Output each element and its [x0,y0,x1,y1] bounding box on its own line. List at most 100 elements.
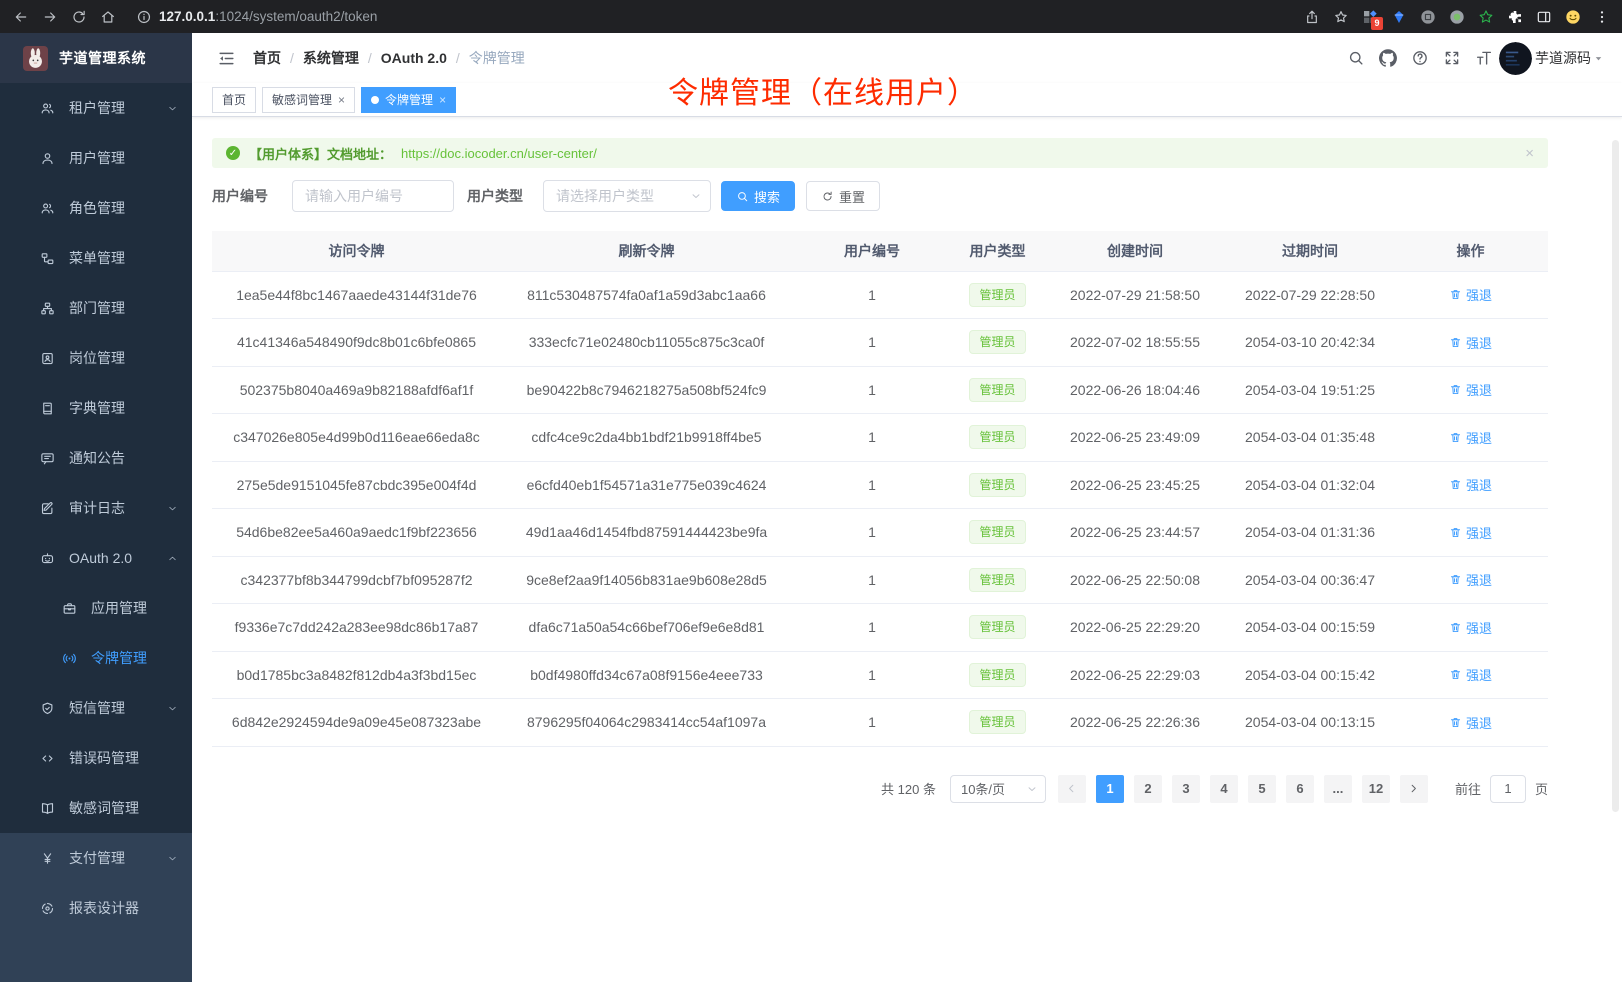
user-id-cell: 1 [792,271,952,319]
page-button-4[interactable]: 4 [1210,775,1238,803]
extensions-grid-icon[interactable]: 9 [1362,9,1378,25]
app-logo[interactable]: 芋道管理系统 [0,33,192,83]
force-logout-button[interactable]: 强退 [1449,618,1492,637]
page-button-12[interactable]: 12 [1362,775,1390,803]
page-button-5[interactable]: 5 [1248,775,1276,803]
force-logout-button[interactable]: 强退 [1449,570,1492,589]
table-row-0: 1ea5e44f8bc1467aaede43144f31de76811c5304… [212,271,1548,319]
force-logout-button[interactable]: 强退 [1449,380,1492,399]
collapse-sidebar-icon[interactable] [217,49,236,68]
force-logout-button[interactable]: 强退 [1449,523,1492,542]
sidebar-menu: 租户管理用户管理角色管理菜单管理部门管理岗位管理字典管理通知公告审计日志OAut… [0,83,192,833]
share-icon[interactable] [1304,9,1320,25]
force-logout-button[interactable]: 强退 [1449,665,1492,684]
close-icon[interactable]: × [338,94,345,106]
force-logout-button[interactable]: 强退 [1449,713,1492,732]
username[interactable]: 芋道源码 [1535,48,1591,68]
user-id-input[interactable] [292,180,454,212]
tab-2[interactable]: 令牌管理× [361,87,456,113]
close-icon[interactable]: × [1525,146,1534,161]
scrollbar[interactable] [1612,140,1619,812]
record-icon[interactable] [1449,9,1465,25]
sidebar-item-5[interactable]: 岗位管理 [0,333,192,383]
page-button-3[interactable]: 3 [1172,775,1200,803]
sidebar-item-2[interactable]: 角色管理 [0,183,192,233]
bookmark-star-icon[interactable] [1333,9,1349,25]
user-type-select[interactable] [543,180,711,212]
expire-time-cell: 2054-03-04 00:36:47 [1227,556,1393,604]
user-id-label: 用户编号 [212,186,268,206]
user-id-cell: 1 [792,319,952,367]
app-title: 芋道管理系统 [59,48,146,68]
github-icon[interactable] [1379,49,1397,67]
sidebar-item-13[interactable]: 错误码管理 [0,733,192,783]
breadcrumb-item-0[interactable]: 首页 [253,48,281,68]
expire-time-cell: 2054-03-04 00:15:42 [1227,651,1393,699]
sidebar-item-16[interactable]: 报表设计器 [0,883,192,933]
close-icon[interactable]: × [439,94,446,106]
tab-1[interactable]: 敏感词管理× [262,87,355,113]
trash-icon [1449,573,1462,586]
caret-down-icon[interactable] [1593,53,1604,64]
sidebar-item-0[interactable]: 租户管理 [0,83,192,133]
tab-0[interactable]: 首页 [212,87,256,113]
sidebar-item-10[interactable]: 应用管理 [0,583,192,633]
user-type-cell: 管理员 [952,271,1043,319]
back-icon[interactable] [13,9,29,25]
search-button[interactable]: 搜索 [721,181,795,211]
user-type-badge: 管理员 [969,425,1025,449]
forward-icon[interactable] [42,9,58,25]
force-logout-button[interactable]: 强退 [1449,428,1492,447]
breadcrumb-item-1[interactable]: 系统管理 [303,48,359,68]
goto-page-input[interactable] [1490,775,1526,803]
puzzle-icon[interactable] [1507,9,1523,25]
refresh-token-cell: b0df4980ffd34c67a08f9156e4eee733 [501,651,792,699]
sidebar-item-12[interactable]: 短信管理 [0,683,192,733]
sidebar-item-14[interactable]: 敏感词管理 [0,783,192,833]
sidebar-item-8[interactable]: 审计日志 [0,483,192,533]
search-icon[interactable] [1347,49,1365,67]
page-button-6[interactable]: 6 [1286,775,1314,803]
reload-icon[interactable] [71,9,87,25]
expire-time-cell: 2054-03-04 01:31:36 [1227,509,1393,557]
sidebar-item-11[interactable]: 令牌管理 [0,633,192,683]
sidebar-item-15[interactable]: 支付管理 [0,833,192,883]
dots-menu-icon[interactable] [1594,9,1610,25]
breadcrumb-item-2[interactable]: OAuth 2.0 [381,50,447,66]
next-page-button[interactable] [1400,775,1428,803]
action-cell: 强退 [1393,271,1548,319]
doc-link[interactable]: https://doc.iocoder.cn/user-center/ [401,146,597,161]
sidebar-item-6[interactable]: 字典管理 [0,383,192,433]
page-size-select[interactable]: 10条/页 [950,775,1046,803]
fullscreen-icon[interactable] [1443,49,1461,67]
user-type-select-input[interactable] [543,180,711,212]
user-avatar[interactable] [1499,42,1532,75]
sidebar-item-3[interactable]: 菜单管理 [0,233,192,283]
force-logout-button[interactable]: 强退 [1449,475,1492,494]
sidebar-item-4[interactable]: 部门管理 [0,283,192,333]
browser-address-bar[interactable]: 127.0.0.1:1024/system/oauth2/token [136,9,377,25]
force-logout-button[interactable]: 强退 [1449,333,1492,352]
font-size-icon[interactable] [1475,49,1493,67]
home-icon[interactable] [100,9,116,25]
sidebar-item-9[interactable]: OAuth 2.0 [0,533,192,583]
emoji-icon[interactable] [1565,9,1581,25]
green-star-icon[interactable] [1478,9,1494,25]
force-logout-button[interactable]: 强退 [1449,285,1492,304]
sidebar-item-label: 错误码管理 [69,748,139,768]
side-panel-icon[interactable] [1536,9,1552,25]
page-button-1[interactable]: 1 [1096,775,1124,803]
page-button-2[interactable]: 2 [1134,775,1162,803]
sidebar-item-1[interactable]: 用户管理 [0,133,192,183]
user-id-cell: 1 [792,414,952,462]
sidebar-item-label: 通知公告 [69,448,125,468]
gem-icon[interactable] [1391,9,1407,25]
reset-button[interactable]: 重置 [806,181,880,211]
sidebar-item-7[interactable]: 通知公告 [0,433,192,483]
help-icon[interactable] [1411,49,1429,67]
more-pages-button[interactable]: ... [1324,775,1352,803]
user-type-badge: 管理员 [969,568,1025,592]
site-info-icon[interactable] [136,9,152,25]
keyring-icon[interactable] [1420,9,1436,25]
prev-page-button[interactable] [1058,775,1086,803]
